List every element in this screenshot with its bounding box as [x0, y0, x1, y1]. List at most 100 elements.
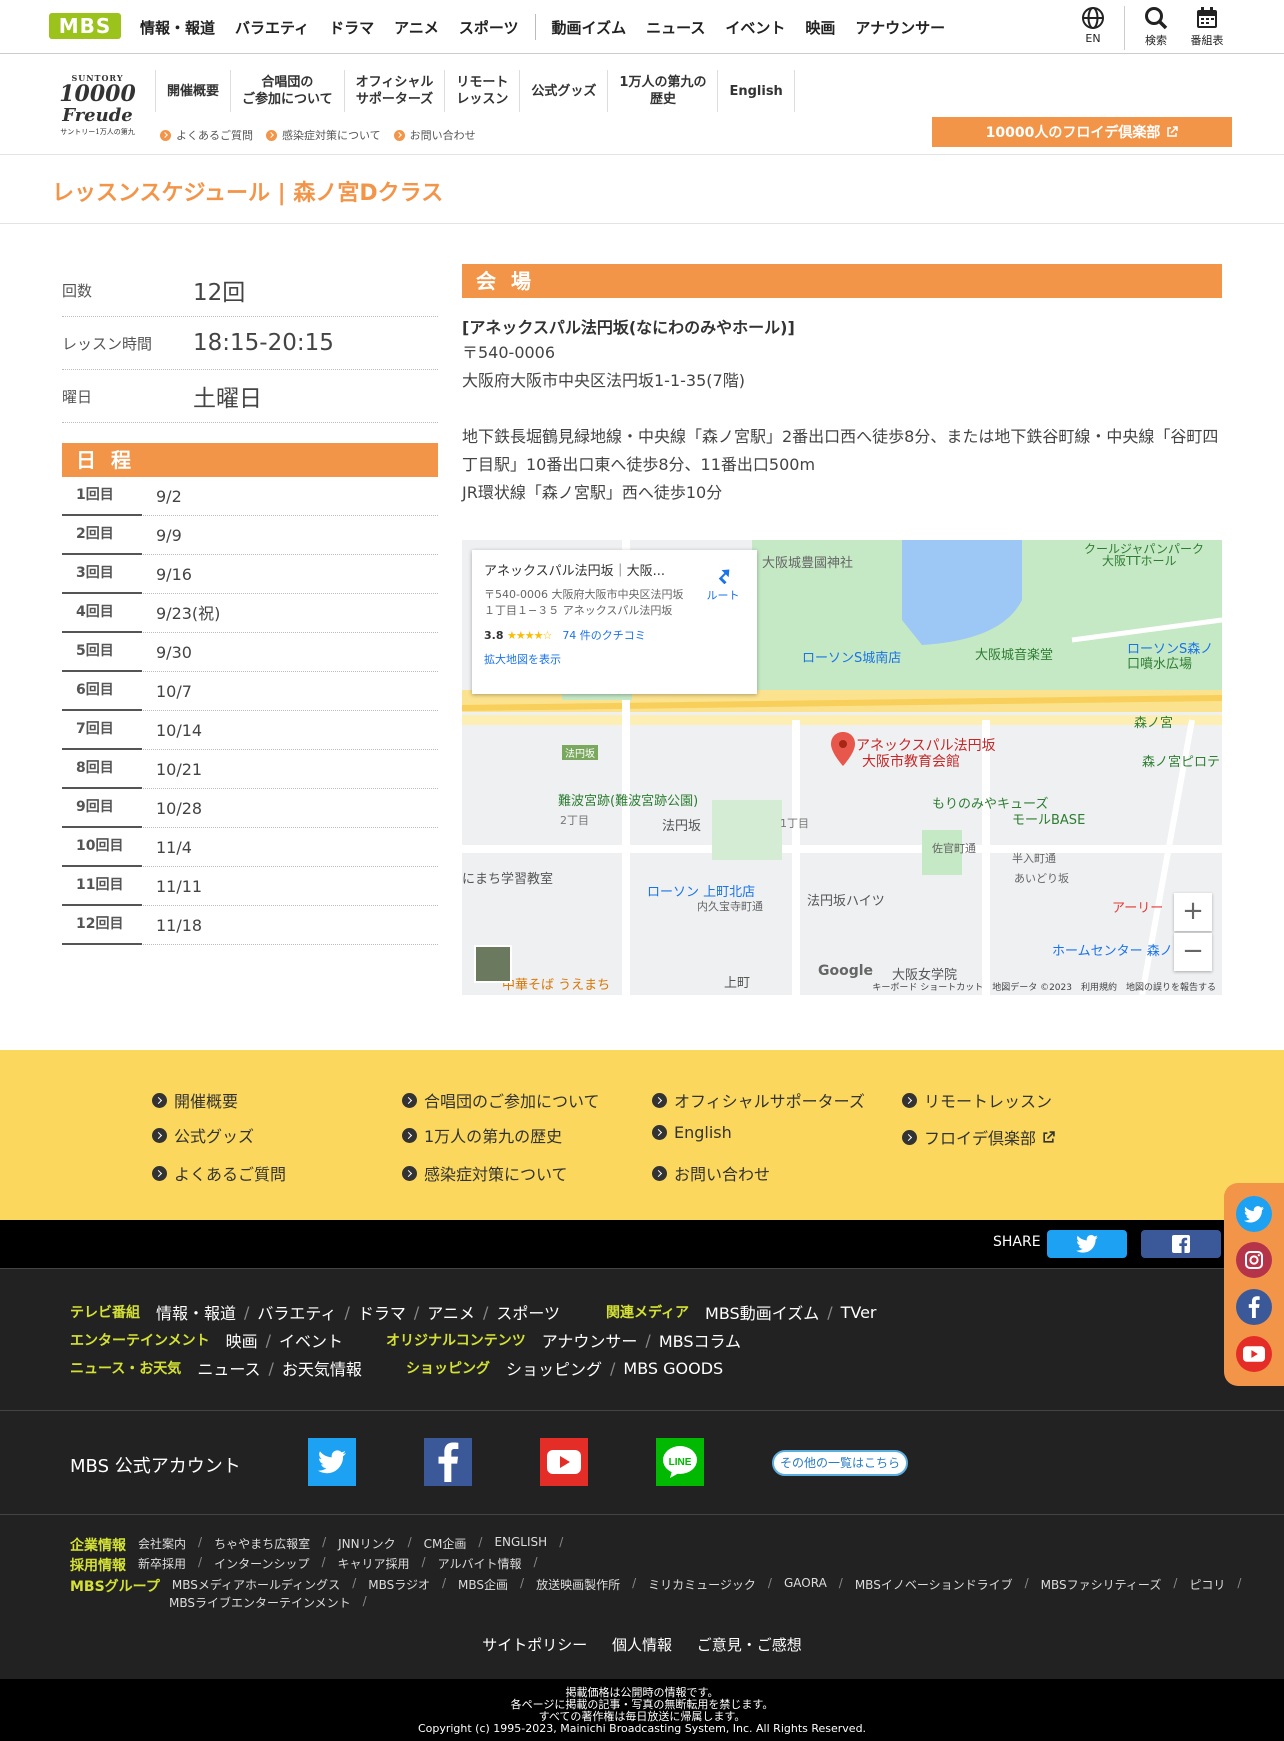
footer-link-english[interactable]: English	[652, 1123, 732, 1142]
footer-category-link[interactable]: スポーツ	[496, 1300, 560, 1324]
corporate-link[interactable]: ENGLISH	[494, 1535, 547, 1555]
subnav-history[interactable]: 1万人の第九の 歴史	[608, 70, 719, 112]
footer-link-infection[interactable]: 感染症対策について	[402, 1161, 568, 1185]
feedback-link[interactable]: ご意見・ご感想	[697, 1636, 802, 1654]
privacy-link[interactable]: 個人情報	[612, 1636, 672, 1654]
side-twitter-link[interactable]	[1236, 1196, 1272, 1232]
side-instagram-link[interactable]	[1236, 1242, 1272, 1278]
corporate-link[interactable]: JNNリンク	[338, 1535, 396, 1555]
nav-drama[interactable]: ドラマ	[329, 17, 374, 38]
footer-category-link[interactable]: ニュース	[197, 1356, 260, 1380]
mbs-twitter-link[interactable]	[308, 1438, 356, 1486]
nav-newsroom[interactable]: ニュース	[646, 17, 705, 38]
corporate-link[interactable]: MBSイノベーションドライブ	[855, 1576, 1013, 1596]
footer-category-link[interactable]: MBS GOODS	[623, 1359, 723, 1378]
footer-category-link[interactable]: イベント	[279, 1328, 343, 1352]
lesson-info: 回数 12回 レッスン時間 18:15-20:15 曜日 土曜日	[62, 264, 438, 423]
subnav-join[interactable]: 合唱団の ご参加について	[231, 70, 345, 112]
mbs-line-link[interactable]: LINE	[656, 1438, 704, 1486]
footer-link-faq[interactable]: よくあるご質問	[152, 1161, 286, 1185]
footer-category-link[interactable]: ドラマ	[358, 1300, 406, 1324]
footer-link-contact[interactable]: お問い合わせ	[652, 1161, 770, 1185]
share-facebook-button[interactable]	[1141, 1230, 1221, 1258]
search-button[interactable]: 検索	[1134, 6, 1178, 48]
mbs-facebook-link[interactable]	[424, 1438, 472, 1486]
language-button[interactable]: EN	[1071, 6, 1115, 45]
nav-movie[interactable]: 映画	[805, 17, 835, 38]
footer-link-club[interactable]: フロイデ倶楽部	[902, 1125, 1055, 1149]
satellite-toggle[interactable]	[474, 945, 512, 983]
nav-anime[interactable]: アニメ	[394, 17, 439, 38]
faq-link[interactable]: よくあるご質問	[160, 127, 253, 143]
infection-link[interactable]: 感染症対策について	[266, 127, 381, 143]
side-youtube-link[interactable]	[1236, 1336, 1272, 1372]
reviews-link[interactable]: 74 件のクチコミ	[562, 629, 646, 642]
star-icon: ★★★★☆	[507, 629, 552, 642]
corporate-link[interactable]: アルバイト情報	[438, 1555, 522, 1575]
footer-category-link[interactable]: バラエティ	[257, 1300, 336, 1324]
corporate-link[interactable]: ちゃやまち広報室	[214, 1535, 310, 1555]
freude-club-button[interactable]: 10000人のフロイデ倶楽部	[932, 117, 1232, 147]
subnav-supporters[interactable]: オフィシャル サポーターズ	[345, 70, 446, 112]
nav-variety[interactable]: バラエティ	[235, 17, 309, 38]
side-facebook-link[interactable]	[1236, 1289, 1272, 1325]
footer-category-link[interactable]: アナウンサー	[542, 1328, 638, 1352]
footer-link-remote[interactable]: リモートレッスン	[902, 1088, 1052, 1112]
corporate-link[interactable]: 新卒採用	[138, 1555, 186, 1575]
corporate-link[interactable]: MBSラジオ	[368, 1576, 430, 1596]
footer-category-link[interactable]: TVer	[841, 1303, 877, 1322]
footer-link-overview[interactable]: 開催概要	[152, 1088, 238, 1112]
corporate-link[interactable]: キャリア採用	[338, 1555, 410, 1575]
corporate-link[interactable]: インターンシップ	[214, 1555, 309, 1575]
subnav-goods[interactable]: 公式グッズ	[520, 70, 609, 112]
footer-link-join[interactable]: 合唱団のご参加について	[402, 1088, 600, 1112]
corporate-link[interactable]: ピコリ	[1189, 1576, 1225, 1596]
corporate-link[interactable]: 会社案内	[138, 1535, 186, 1555]
location-pin-icon[interactable]	[830, 732, 856, 766]
nav-sports[interactable]: スポーツ	[459, 17, 519, 38]
footer-link-label: フロイデ倶楽部	[924, 1129, 1037, 1148]
corporate-link[interactable]: CM企画	[424, 1535, 467, 1555]
footer-category-link[interactable]: MBSコラム	[659, 1328, 741, 1352]
zoom-out-button[interactable]: −	[1174, 933, 1212, 971]
subnav-overview[interactable]: 開催概要	[155, 70, 232, 112]
corporate-link[interactable]: MBSライブエンターテインメント	[169, 1594, 351, 1611]
site-policy-link[interactable]: サイトポリシー	[482, 1636, 587, 1654]
footer-category-link[interactable]: 情報・報道	[156, 1300, 236, 1324]
enlarge-map-link[interactable]: 拡大地図を表示	[484, 651, 745, 667]
footer-category-link[interactable]: 映画	[226, 1328, 258, 1352]
corporate-link[interactable]: MBSファシリティーズ	[1041, 1576, 1162, 1596]
footer-category-link[interactable]: アニメ	[427, 1300, 475, 1324]
more-accounts-button[interactable]: その他の一覧はこちら	[772, 1450, 908, 1476]
mbs-youtube-link[interactable]	[540, 1438, 588, 1486]
nav-douga-ism[interactable]: 動画イズム	[552, 17, 627, 38]
footer-category-link[interactable]: お天気情報	[282, 1356, 362, 1380]
corporate-link[interactable]: GAORA	[784, 1576, 827, 1596]
corporate-link[interactable]: ミリカミュージック	[648, 1576, 756, 1596]
corporate-link[interactable]: MBSメディアホールディングス	[172, 1576, 340, 1596]
footer-link-supporters[interactable]: オフィシャルサポーターズ	[652, 1088, 865, 1112]
share-twitter-button[interactable]	[1047, 1230, 1127, 1258]
lesson-date: 9/23(祝)	[156, 604, 221, 623]
nav-announcer[interactable]: アナウンサー	[855, 17, 945, 38]
directions-button[interactable]: ルート	[703, 562, 743, 603]
freude-logo[interactable]: SUNTORY 10000 Freude サントリー1万人の第九	[50, 73, 145, 136]
corporate-category-label: MBSグループ	[70, 1579, 160, 1595]
footer-link-history[interactable]: 1万人の第九の歴史	[402, 1123, 562, 1147]
zoom-in-button[interactable]: +	[1174, 893, 1212, 931]
corporate-link[interactable]: MBS企画	[458, 1576, 508, 1596]
footer-link-label: お問い合わせ	[674, 1165, 771, 1184]
mbs-logo[interactable]: MBS	[49, 13, 121, 39]
contact-link[interactable]: お問い合わせ	[393, 127, 476, 143]
subnav-remote-lesson[interactable]: リモート レッスン	[445, 70, 521, 112]
subnav-english[interactable]: English	[718, 70, 795, 112]
nav-news[interactable]: 情報・報道	[140, 17, 215, 38]
place-address: 〒540-0006 大阪府大阪市中央区法円坂１丁目１−３５ アネックスパル法円坂	[484, 588, 684, 617]
google-map[interactable]: 大阪城豊國神社 クールジャパンパーク 大阪TTホール ローソンS城南店 大阪城音…	[462, 540, 1222, 995]
footer-category-link[interactable]: MBS動画イズム	[705, 1300, 819, 1324]
corporate-link[interactable]: 放送映画製作所	[536, 1576, 620, 1596]
footer-link-goods[interactable]: 公式グッズ	[152, 1123, 254, 1147]
tv-schedule-button[interactable]: 番組表	[1185, 6, 1229, 48]
nav-event[interactable]: イベント	[725, 17, 785, 38]
footer-category-link[interactable]: ショッピング	[506, 1356, 602, 1380]
